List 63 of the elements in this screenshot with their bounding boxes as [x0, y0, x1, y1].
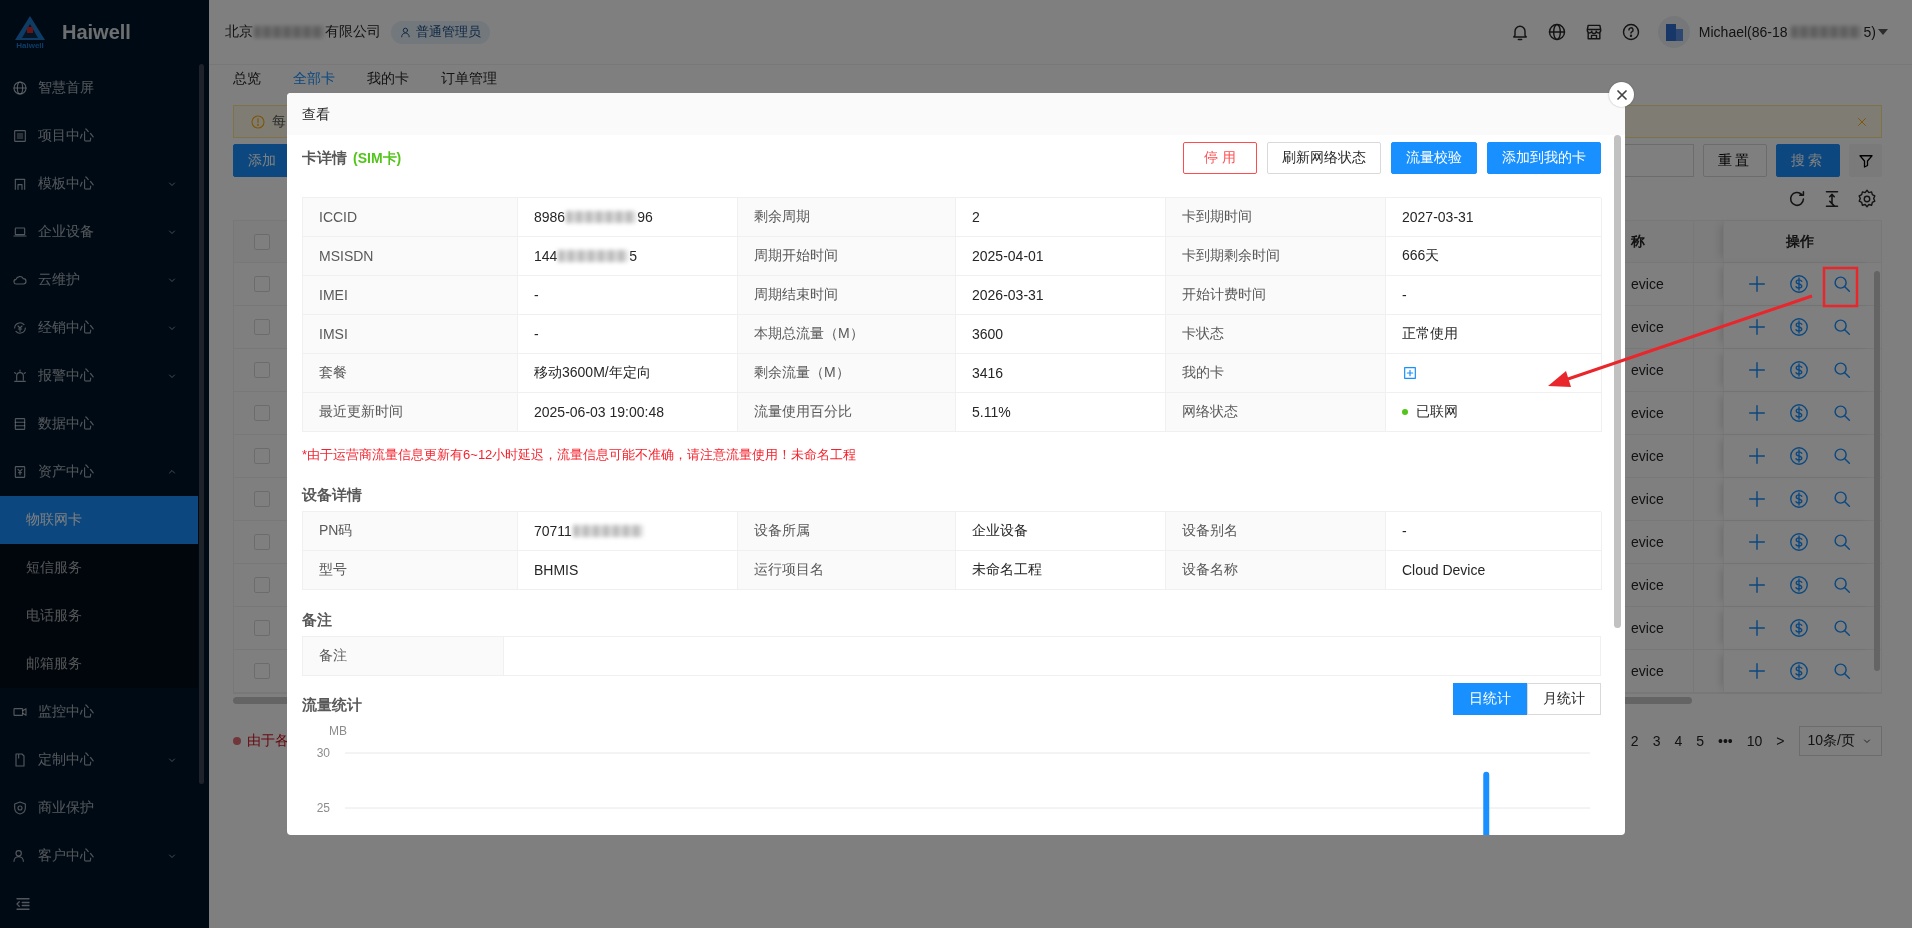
field-label: ICCID — [303, 198, 518, 237]
field-label: 周期结束时间 — [738, 276, 956, 315]
table-cell-text: evice — [1630, 447, 1665, 466]
field-value: - — [1386, 276, 1602, 315]
column-header: 称 — [1629, 231, 1646, 251]
table-cell-text: evice — [1630, 662, 1665, 681]
field-label: 卡状态 — [1166, 315, 1386, 354]
field-label: 最近更新时间 — [303, 393, 518, 432]
table-cell-text: evice — [1630, 619, 1665, 638]
field-label: IMEI — [303, 276, 518, 315]
field-value: 2027-03-31 — [1386, 198, 1602, 237]
field-label: 剩余流量（M） — [738, 354, 956, 393]
logo-subtext: Haiwell — [16, 40, 44, 50]
field-label: 流量使用百分比 — [738, 393, 956, 432]
notice-text: *由于运营商流量信息更新有6~12小时延迟，流量信息可能不准确，请注意流量使用！未命名工程 — [302, 446, 858, 464]
alert-text: 每 — [272, 112, 286, 131]
section-title: 卡详情 — [302, 149, 347, 166]
card-type-tag: (SIM卡) — [353, 149, 402, 166]
field-value: - — [1386, 512, 1602, 551]
field-label: 剩余周期 — [738, 198, 956, 237]
field-label: 周期开始时间 — [738, 237, 956, 276]
table-cell-text: evice — [1630, 275, 1665, 294]
field-value: 8986 96 — [518, 198, 738, 237]
field-value: 正常使用 — [1386, 315, 1602, 354]
field-label: PN码 — [303, 512, 518, 551]
section-title: 流量统计 — [302, 696, 362, 715]
field-label: 型号 — [303, 551, 518, 590]
field-label: 设备所属 — [738, 512, 956, 551]
field-label: 备注 — [303, 637, 504, 675]
field-label: 运行项目名 — [738, 551, 956, 590]
axis-title: MB — [329, 724, 347, 738]
field-label: 开始计费时间 — [1166, 276, 1386, 315]
field-label: 套餐 — [303, 354, 518, 393]
role-text: 普通管理员 — [416, 23, 481, 41]
field-label: IMSI — [303, 315, 518, 354]
footnote: 由于各 — [247, 732, 289, 750]
company-name: 北京 有限公司 — [225, 23, 381, 41]
table-cell-text: evice — [1630, 404, 1665, 423]
table-cell-text: evice — [1630, 361, 1665, 380]
field-label: 设备别名 — [1166, 512, 1386, 551]
field-label: 本期总流量（M） — [738, 315, 956, 354]
table-cell-text: evice — [1630, 576, 1665, 595]
field-value: Cloud Device — [1386, 551, 1602, 590]
axis-label: 30 — [316, 746, 330, 760]
field-value: 144 5 — [518, 237, 738, 276]
table-cell-text: evice — [1630, 533, 1665, 552]
field-label: 设备名称 — [1166, 551, 1386, 590]
section-title: 备注 — [302, 612, 332, 628]
axis-label: 25 — [316, 801, 330, 815]
field-label: 卡到期剩余时间 — [1166, 237, 1386, 276]
field-label: 网络状态 — [1166, 393, 1386, 432]
table-cell-text: evice — [1630, 318, 1665, 337]
column-header: 操作 — [1785, 232, 1814, 251]
status-text: 已联网 — [1416, 403, 1458, 421]
table-cell-text: evice — [1630, 490, 1665, 509]
brand-name: Haiwell — [62, 20, 131, 44]
field-value: 666天 — [1386, 237, 1602, 276]
field-label: 卡到期时间 — [1166, 198, 1386, 237]
field-label: 我的卡 — [1166, 354, 1386, 393]
field-value: 70711 — [518, 512, 738, 551]
section-title: 设备详情 — [302, 487, 362, 503]
field-label: MSISDN — [303, 237, 518, 276]
dialog-title: 查看 — [287, 93, 1625, 135]
